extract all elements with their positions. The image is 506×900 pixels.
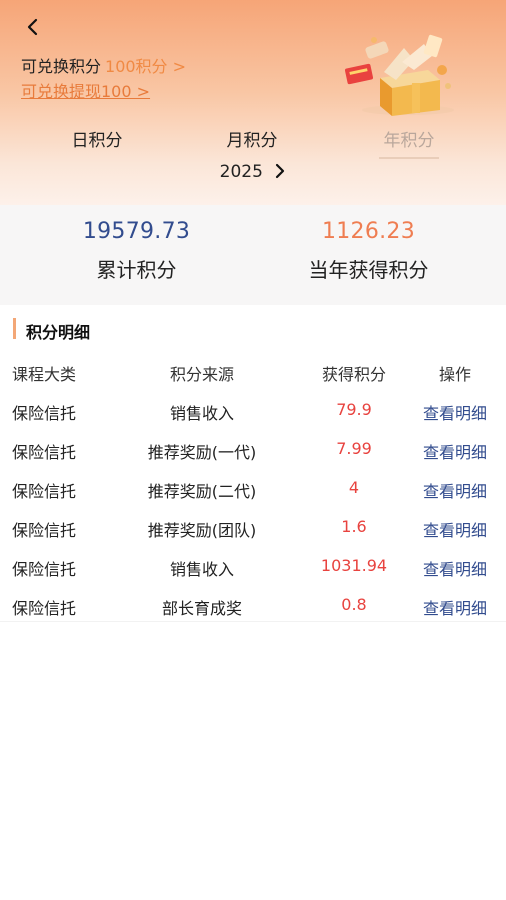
row-category: 保险信托 [12, 521, 77, 540]
row-points: 7.99 [336, 439, 372, 458]
table-row: 保险信托 销售收入 1031.94 查看明细 [0, 547, 506, 586]
table-row: 保险信托 推荐奖励(二代) 4 查看明细 [0, 469, 506, 508]
year-points-label: 当年获得积分 [308, 258, 429, 282]
redeemable-points: 可兑换积分 100积分 > [21, 53, 186, 77]
table-row: 保险信托 部长育成奖 0.8 查看明细 [0, 586, 506, 625]
year-points-value: 1126.23 [321, 219, 416, 244]
row-category: 保险信托 [12, 482, 77, 501]
year-value: 2025 [219, 162, 263, 182]
row-category: 保险信托 [12, 443, 77, 462]
withdraw-link[interactable]: 可兑换提现100 > [21, 78, 150, 102]
section-accent-bar [13, 318, 16, 339]
points-detail-table: 课程大类 积分来源 获得积分 操作 保险信托 销售收入 79.9 查看明细 保险… [0, 352, 506, 625]
column-header-category: 课程大类 [12, 365, 77, 384]
table-row: 保险信托 推荐奖励(团队) 1.6 查看明细 [0, 508, 506, 547]
year-points-block: 1126.23 当年获得积分 [242, 219, 495, 283]
points-summary: 19579.73 累计积分 1126.23 当年获得积分 [0, 205, 506, 305]
chevron-right-icon [276, 163, 285, 179]
gift-box-illustration [344, 34, 454, 116]
total-points-block: 19579.73 累计积分 [10, 219, 263, 283]
back-button[interactable] [18, 12, 48, 42]
table-row: 保险信托 销售收入 79.9 查看明细 [0, 391, 506, 430]
chevron-left-icon [27, 18, 38, 36]
view-detail-link[interactable]: 查看明细 [412, 556, 498, 580]
row-points: 1031.94 [320, 556, 388, 575]
row-category: 保险信托 [12, 404, 77, 423]
row-source: 销售收入 [169, 560, 234, 579]
row-category: 保险信托 [12, 599, 77, 618]
table-row: 保险信托 推荐奖励(一代) 7.99 查看明细 [0, 430, 506, 469]
row-points: 0.8 [341, 595, 367, 614]
row-source: 推荐奖励(二代) [147, 482, 257, 501]
row-source: 部长育成奖 [161, 599, 242, 618]
period-tabs: 日积分 月积分 年积分 [0, 126, 506, 162]
section-title: 积分明细 [26, 323, 91, 342]
redeemable-points-value[interactable]: 100积分 > [105, 57, 186, 76]
tab-yearly-points[interactable]: 年积分 [364, 126, 454, 159]
row-source: 推荐奖励(团队) [147, 521, 257, 540]
view-detail-link[interactable]: 查看明细 [412, 478, 498, 502]
row-points: 1.6 [341, 517, 367, 536]
view-detail-link[interactable]: 查看明细 [412, 400, 498, 424]
column-header-action: 操作 [438, 365, 471, 384]
row-source: 销售收入 [169, 404, 234, 423]
table-header: 课程大类 积分来源 获得积分 操作 [0, 352, 506, 391]
header: 可兑换积分 100积分 > 可兑换提现100 > 日积分 月积分 年积分 2025 [0, 0, 506, 205]
view-detail-link[interactable]: 查看明细 [412, 439, 498, 463]
tab-monthly-points[interactable]: 月积分 [207, 126, 297, 151]
row-points: 79.9 [336, 400, 372, 419]
year-selector[interactable]: 2025 [0, 162, 506, 182]
tab-daily-points[interactable]: 日积分 [52, 126, 142, 151]
table-divider [0, 621, 506, 622]
total-points-label: 累计积分 [96, 258, 177, 282]
row-source: 推荐奖励(一代) [147, 443, 257, 462]
view-detail-link[interactable]: 查看明细 [412, 595, 498, 619]
total-points-value: 19579.73 [82, 219, 191, 244]
row-category: 保险信托 [12, 560, 77, 579]
column-header-source: 积分来源 [169, 365, 234, 384]
column-header-points: 获得积分 [321, 365, 386, 384]
row-points: 4 [348, 478, 360, 497]
redeemable-points-label: 可兑换积分 [21, 57, 102, 76]
view-detail-link[interactable]: 查看明细 [412, 517, 498, 541]
